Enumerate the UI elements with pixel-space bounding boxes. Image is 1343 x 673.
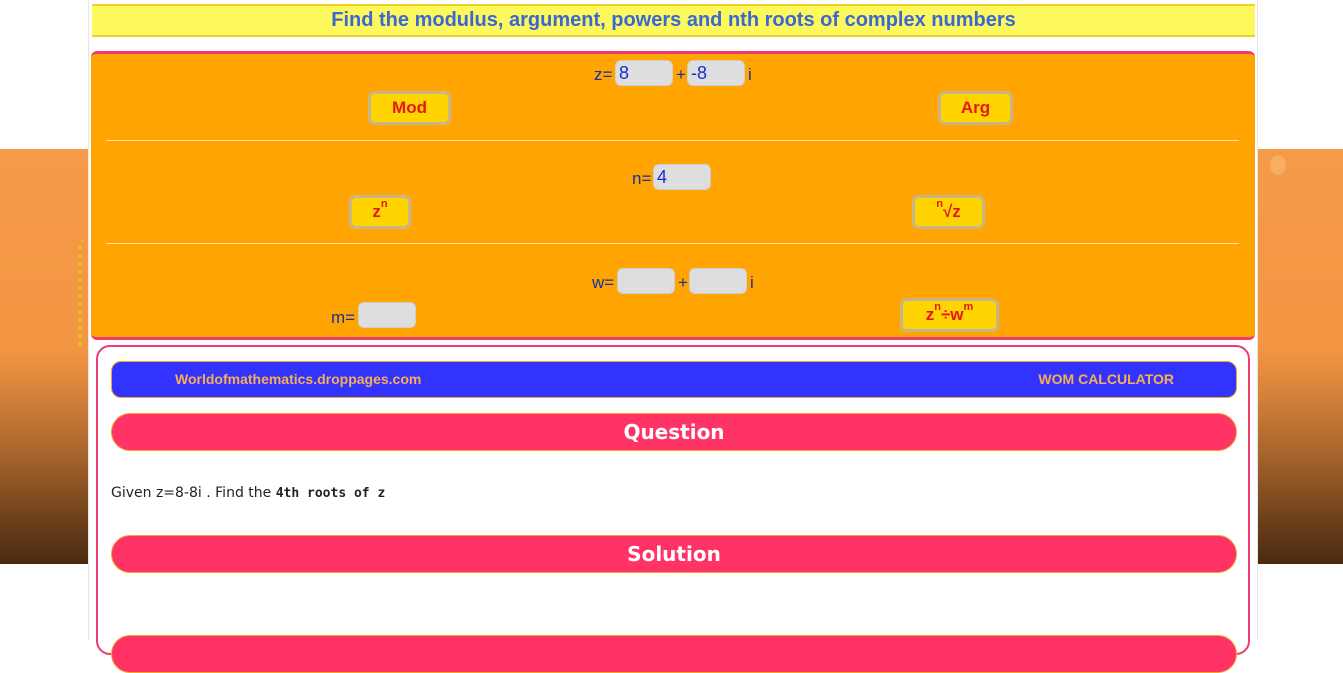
question-target: 4th roots of z bbox=[275, 486, 386, 501]
n-label: n= bbox=[632, 169, 652, 188]
power-button-exponent: n bbox=[380, 198, 388, 210]
division-button-exp-m: m bbox=[963, 301, 974, 313]
z-imag-input[interactable]: -8 bbox=[687, 60, 745, 86]
imaginary-unit-label: i bbox=[748, 65, 752, 84]
calculator-name: WOM CALCULATOR bbox=[1038, 371, 1174, 387]
background-decoration bbox=[1270, 155, 1286, 175]
mod-button[interactable]: Mod bbox=[368, 91, 451, 125]
plus-sign: + bbox=[678, 273, 688, 292]
wom-header-bar: Worldofmathematics.droppages.com WOM CAL… bbox=[111, 361, 1237, 398]
z-real-input[interactable]: 8 bbox=[615, 60, 673, 86]
divider bbox=[106, 140, 1239, 141]
divider bbox=[106, 243, 1239, 244]
division-button-base: z bbox=[925, 305, 935, 324]
page-title: Find the modulus, argument, powers and n… bbox=[92, 4, 1255, 37]
nth-root-button[interactable]: n√z bbox=[912, 195, 985, 229]
arg-button[interactable]: Arg bbox=[938, 91, 1013, 125]
z-label: z= bbox=[594, 65, 613, 84]
division-button[interactable]: zn÷wm bbox=[900, 298, 999, 332]
calculator-panel: z= 8 + -8 i Mod Arg n= 4 zn n√z w= + i m… bbox=[91, 51, 1255, 340]
division-button-operator: ÷w bbox=[940, 305, 964, 324]
w-imag-input[interactable] bbox=[689, 268, 747, 294]
result-panel: Worldofmathematics.droppages.com WOM CAL… bbox=[96, 345, 1250, 673]
division-button-exp-n: n bbox=[934, 301, 941, 313]
w-real-input[interactable] bbox=[617, 268, 675, 294]
imaginary-unit-label: i bbox=[750, 273, 754, 292]
page-container: Find the modulus, argument, powers and n… bbox=[88, 0, 1258, 673]
m-input[interactable] bbox=[358, 302, 416, 328]
w-label: w= bbox=[592, 273, 615, 292]
root-symbol: √z bbox=[942, 202, 961, 221]
plus-sign: + bbox=[676, 65, 686, 84]
solution-heading: Solution bbox=[111, 535, 1237, 573]
n-input[interactable]: 4 bbox=[653, 164, 711, 190]
question-text: Given z=8-8i . Find the 4th roots of z bbox=[111, 485, 385, 501]
site-link[interactable]: Worldofmathematics.droppages.com bbox=[175, 362, 421, 397]
m-label: m= bbox=[331, 308, 356, 327]
power-button[interactable]: zn bbox=[349, 195, 411, 229]
question-heading: Question bbox=[111, 413, 1237, 451]
question-prefix: Given z=8-8i . Find the bbox=[111, 485, 276, 501]
power-button-base: z bbox=[372, 202, 381, 221]
root-index: n bbox=[936, 198, 943, 210]
